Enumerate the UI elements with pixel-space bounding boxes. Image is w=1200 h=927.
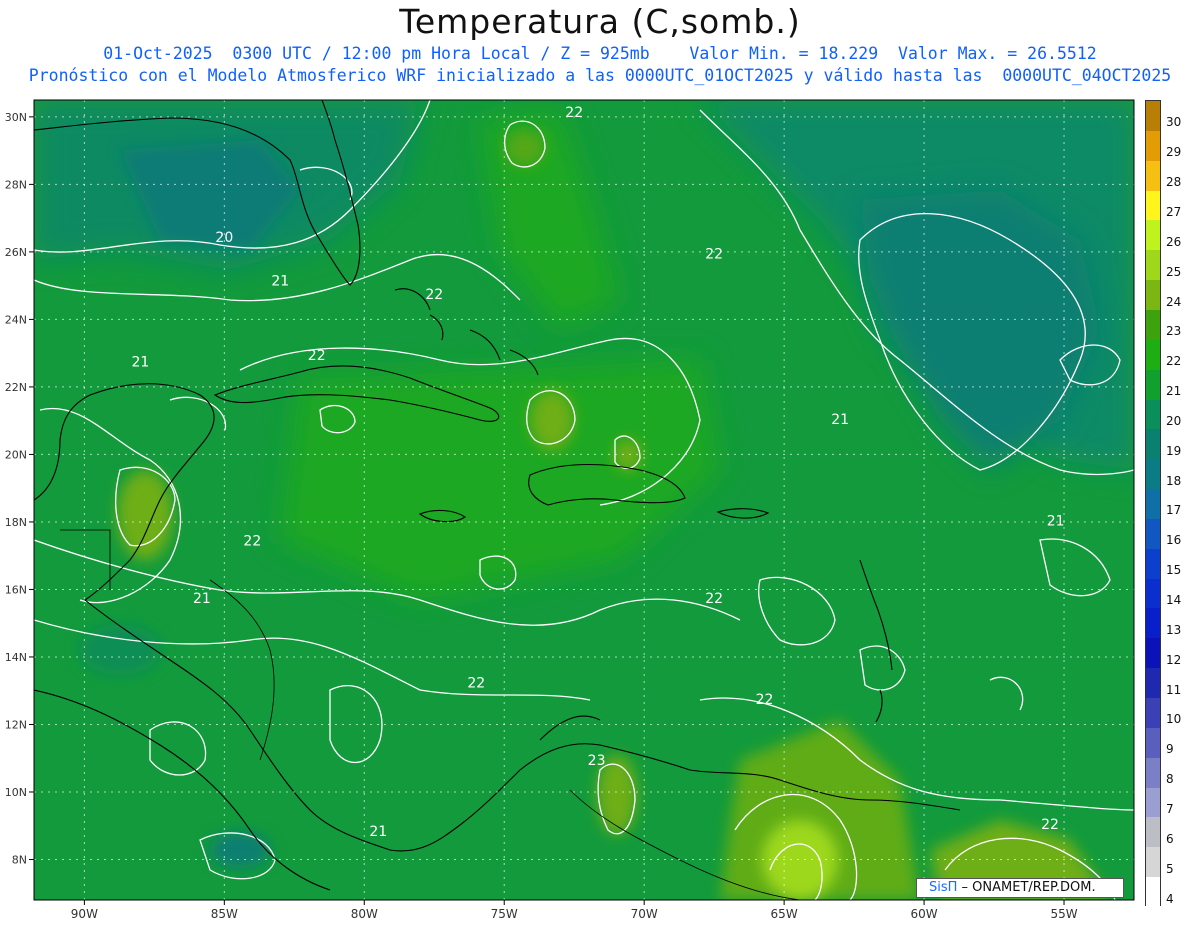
credit-text: – ONAMET/REP.DOM. bbox=[957, 880, 1096, 895]
colorbar-label: 24 bbox=[1166, 294, 1182, 309]
colorbar-cell bbox=[1146, 847, 1160, 878]
contour-label: 22 bbox=[565, 105, 583, 121]
colorbar-label: 20 bbox=[1166, 413, 1182, 428]
contour-label: 23 bbox=[588, 753, 606, 769]
lon-tick-label: 55W bbox=[1050, 907, 1077, 921]
colorbar-label: 15 bbox=[1166, 563, 1182, 578]
colorbar-cell bbox=[1146, 727, 1160, 759]
colorbar-cell bbox=[1146, 399, 1160, 430]
lat-tick-label: 22N bbox=[5, 381, 27, 394]
colorbar-cell bbox=[1146, 190, 1160, 221]
colorbar-cell bbox=[1146, 668, 1160, 699]
contour-label: 21 bbox=[1047, 513, 1065, 529]
contour-label: 22 bbox=[1041, 817, 1059, 833]
colorbar-cell bbox=[1146, 638, 1160, 669]
colorbar bbox=[1145, 100, 1161, 908]
lon-tick-label: 70W bbox=[631, 907, 658, 921]
credit-box: SisΠ – ONAMET/REP.DOM. bbox=[916, 878, 1124, 898]
colorbar-label: 25 bbox=[1166, 264, 1182, 279]
contour-label: 22 bbox=[705, 247, 723, 263]
contour-label: 22 bbox=[756, 692, 774, 708]
colorbar-label: 27 bbox=[1166, 204, 1182, 219]
contour-label: 22 bbox=[467, 675, 485, 691]
contour-label: 21 bbox=[193, 591, 211, 607]
colorbar-cell bbox=[1146, 280, 1160, 311]
colorbar-label: 6 bbox=[1166, 831, 1174, 846]
colorbar-cell bbox=[1146, 608, 1160, 639]
contour-label: 22 bbox=[243, 534, 261, 550]
colorbar-label: 12 bbox=[1166, 652, 1182, 667]
colorbar-cell bbox=[1146, 578, 1160, 609]
colorbar-label: 4 bbox=[1166, 891, 1174, 906]
contour-label: 20 bbox=[215, 230, 233, 246]
colorbar-label: 28 bbox=[1166, 175, 1182, 190]
contour-label: 21 bbox=[831, 412, 849, 428]
lon-tick-label: 60W bbox=[911, 907, 938, 921]
colorbar-label: 16 bbox=[1166, 533, 1182, 548]
contour-label: 22 bbox=[308, 348, 326, 364]
colorbar-label: 7 bbox=[1166, 801, 1174, 816]
lat-tick-label: 26N bbox=[5, 246, 27, 259]
lat-tick-label: 30N bbox=[5, 111, 27, 124]
colorbar-cell bbox=[1146, 220, 1160, 251]
lat-tick-label: 8N bbox=[12, 853, 27, 866]
lat-tick-label: 10N bbox=[5, 786, 27, 799]
colorbar-label: 22 bbox=[1166, 354, 1182, 369]
colorbar-cell bbox=[1146, 250, 1160, 281]
colorbar-cell bbox=[1146, 757, 1160, 789]
colorbar-label: 10 bbox=[1166, 712, 1182, 727]
colorbar-cell bbox=[1146, 429, 1160, 460]
colorbar-cell bbox=[1146, 817, 1160, 848]
contour-label: 22 bbox=[705, 591, 723, 607]
colorbar-label: 5 bbox=[1166, 861, 1174, 876]
lat-tick-label: 14N bbox=[5, 651, 27, 664]
colorbar-cell bbox=[1146, 698, 1160, 729]
colorbar-cell bbox=[1146, 489, 1160, 520]
colorbar-cell bbox=[1146, 518, 1160, 550]
contour-label: 21 bbox=[271, 274, 289, 290]
colorbar-cell bbox=[1146, 787, 1160, 818]
contour-label: 22 bbox=[425, 287, 443, 303]
lat-tick-label: 12N bbox=[5, 718, 27, 731]
colorbar-cell bbox=[1146, 877, 1160, 908]
colorbar-cell bbox=[1146, 309, 1160, 341]
colorbar-label: 23 bbox=[1166, 324, 1182, 339]
colorbar-label: 30 bbox=[1166, 115, 1182, 130]
colorbar-label: 9 bbox=[1166, 742, 1174, 757]
lon-tick-label: 65W bbox=[771, 907, 798, 921]
colorbar-label: 21 bbox=[1166, 384, 1182, 399]
contour-label: 21 bbox=[131, 355, 149, 371]
lon-tick-label: 80W bbox=[351, 907, 378, 921]
colorbar-label: 13 bbox=[1166, 622, 1182, 637]
colorbar-label: 18 bbox=[1166, 473, 1182, 488]
sispi-logo: SisΠ bbox=[929, 880, 958, 895]
contour-label: 21 bbox=[369, 824, 387, 840]
colorbar-cell bbox=[1146, 101, 1160, 132]
lon-tick-label: 90W bbox=[71, 907, 98, 921]
colorbar-label: 14 bbox=[1166, 593, 1182, 608]
colorbar-label: 17 bbox=[1166, 503, 1182, 518]
colorbar-cell bbox=[1146, 548, 1160, 580]
temperature-field bbox=[34, 100, 1134, 900]
colorbar-label: 29 bbox=[1166, 145, 1182, 160]
colorbar-label: 11 bbox=[1166, 682, 1182, 697]
lat-tick-label: 18N bbox=[5, 516, 27, 529]
colorbar-label: 19 bbox=[1166, 443, 1182, 458]
colorbar-label: 8 bbox=[1166, 772, 1174, 787]
colorbar-cell bbox=[1146, 130, 1160, 162]
colorbar-label: 26 bbox=[1166, 234, 1182, 249]
lon-tick-label: 85W bbox=[211, 907, 238, 921]
lon-tick-label: 75W bbox=[491, 907, 518, 921]
lat-tick-label: 28N bbox=[5, 178, 27, 191]
lat-tick-label: 20N bbox=[5, 448, 27, 461]
lat-tick-label: 24N bbox=[5, 313, 27, 326]
colorbar-cell bbox=[1146, 459, 1160, 490]
temperature-map: 90W 85W 80W 75W 70W 65W 60W 55W 30N 28N 26N 24N 22N 2… bbox=[5, 99, 1135, 921]
lat-tick-label: 16N bbox=[5, 583, 27, 596]
colorbar-cell bbox=[1146, 160, 1160, 192]
colorbar-cell bbox=[1146, 339, 1160, 371]
colorbar-cell bbox=[1146, 369, 1160, 400]
